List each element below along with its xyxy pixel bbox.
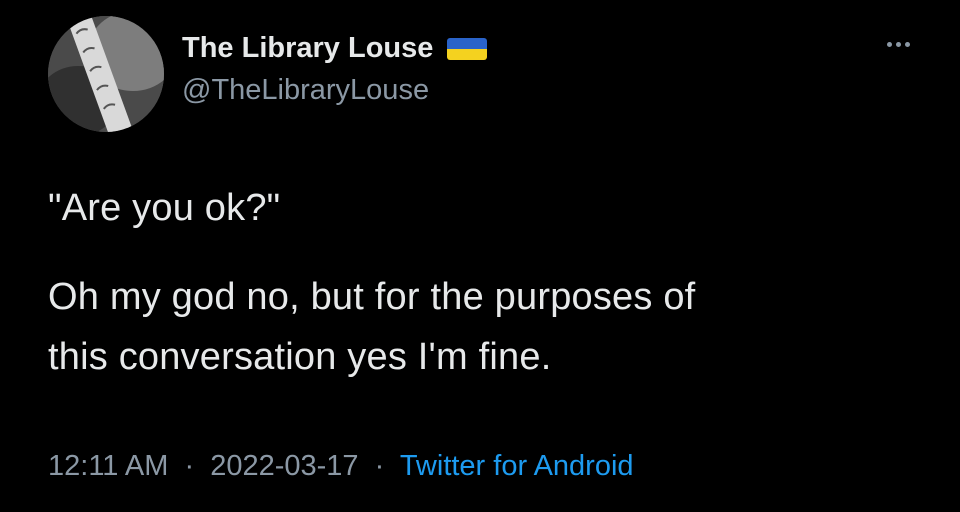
ukraine-flag-icon: [447, 37, 488, 60]
meta-separator: ·: [184, 450, 195, 482]
tweet-date[interactable]: 2022-03-17: [210, 450, 358, 482]
more-dot: [896, 42, 901, 47]
display-name-text[interactable]: The Library Louse: [182, 32, 433, 65]
meta-separator: ·: [374, 450, 385, 482]
more-dot: [905, 42, 910, 47]
display-name[interactable]: The Library Louse: [182, 32, 488, 65]
tweet-time[interactable]: 12:11 AM: [48, 450, 168, 482]
avatar-image: [48, 16, 164, 132]
user-handle[interactable]: @TheLibraryLouse: [182, 74, 429, 107]
tweet-card: The Library Louse @TheLibraryLouse "Are …: [0, 0, 960, 512]
tweet-text-line: "Are you ok?": [48, 187, 281, 229]
tweet-text-line: Oh my god no, but for the purposes of: [48, 276, 696, 318]
tweet-text-line: this conversation yes I'm fine.: [48, 336, 552, 378]
more-options-icon[interactable]: [883, 38, 914, 51]
tweet-meta: 12:11 AM · 2022-03-17 · Twitter for Andr…: [48, 450, 634, 483]
tweet-source-link[interactable]: Twitter for Android: [400, 450, 634, 482]
avatar[interactable]: [48, 16, 164, 132]
more-dot: [887, 42, 892, 47]
